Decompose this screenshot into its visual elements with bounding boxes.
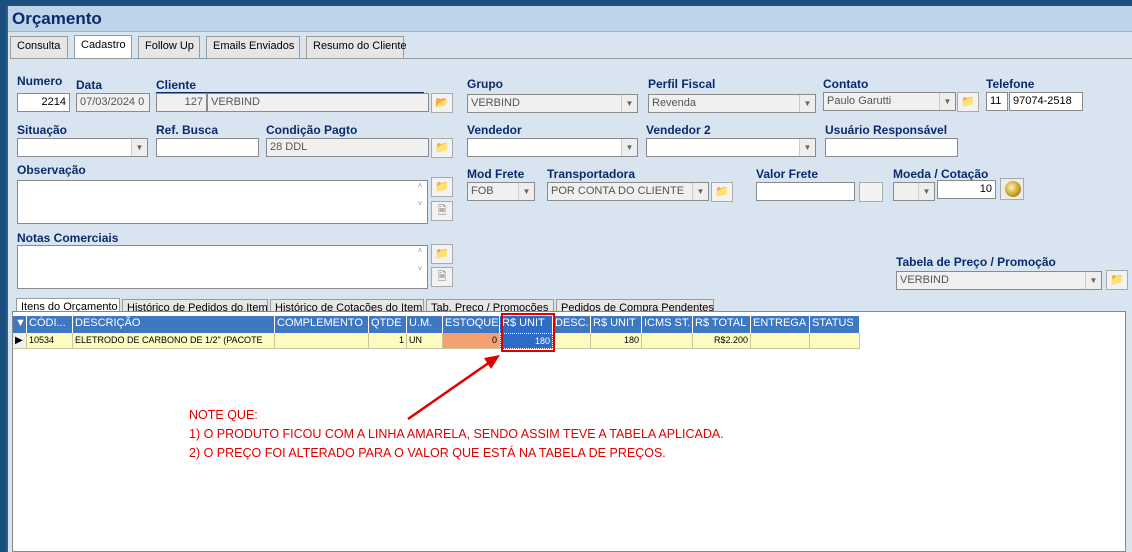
note-line: NOTE QUE:: [189, 408, 258, 422]
annotation-arrow: [407, 355, 500, 421]
annotation-note: NOTE QUE: 1) O PRODUTO FICOU COM A LINHA…: [189, 406, 724, 463]
note-line: 2) O PREÇO FOI ALTERADO PARA O VALOR QUE…: [189, 446, 666, 460]
note-line: 1) O PRODUTO FICOU COM A LINHA AMARELA, …: [189, 427, 724, 441]
